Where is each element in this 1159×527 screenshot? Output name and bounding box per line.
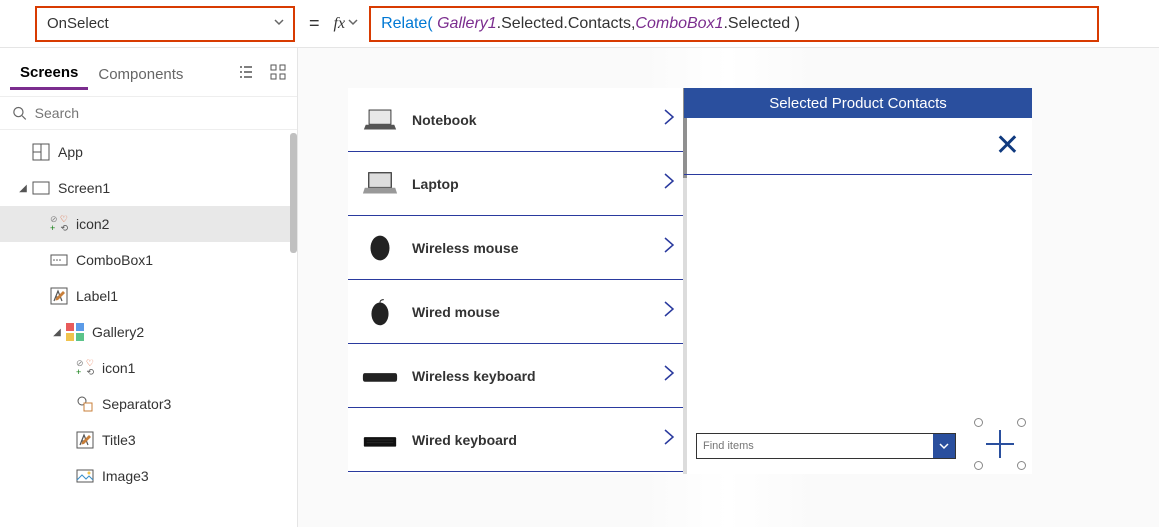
product-name: Laptop: [412, 176, 459, 192]
product-name: Wired mouse: [412, 304, 500, 320]
formula-bar: OnSelect = fx Relate( Gallery1 .Selected…: [0, 0, 1159, 48]
separator: [684, 174, 1032, 175]
control-tree: App ◢ Screen1 ⊘♡+⟲ icon2 ComboBox1 Label…: [0, 130, 297, 527]
main-area: Screens Components App ◢: [0, 48, 1159, 527]
list-view-icon[interactable]: [237, 63, 255, 86]
resize-handle[interactable]: [974, 461, 983, 470]
chevron-down-icon: [273, 15, 285, 32]
grid-view-icon[interactable]: [269, 63, 287, 86]
product-thumb-wired-keyboard: [358, 418, 402, 462]
combobox-find-items[interactable]: [696, 433, 956, 459]
grouped-icon: ⊘♡+⟲: [76, 359, 94, 377]
canvas-area[interactable]: Notebook Laptop Wireless mouse Wired mou…: [298, 48, 1159, 527]
combobox-input[interactable]: [697, 440, 933, 452]
gallery-icon: [66, 323, 84, 341]
gallery-item[interactable]: Laptop: [348, 152, 684, 216]
formula-token: Relate(: [381, 15, 437, 33]
chevron-down-icon: [347, 15, 359, 33]
product-name: Notebook: [412, 112, 477, 128]
product-thumb-wireless-keyboard: [358, 354, 402, 398]
tree-item-icon1[interactable]: ⊘♡+⟲ icon1: [0, 350, 297, 386]
contacts-header: Selected Product Contacts: [684, 88, 1032, 118]
resize-handle[interactable]: [1017, 461, 1026, 470]
chevron-right-icon[interactable]: [662, 363, 676, 388]
contacts-body: ✕: [684, 118, 1032, 474]
formula-input[interactable]: Relate( Gallery1 .Selected.Contacts, Com…: [369, 6, 1099, 42]
chevron-right-icon[interactable]: [662, 235, 676, 260]
tree-item-label1[interactable]: Label1: [0, 278, 297, 314]
combobox-icon: [50, 251, 68, 269]
chevron-right-icon[interactable]: [662, 171, 676, 196]
gallery-item[interactable]: Notebook: [348, 88, 684, 152]
search-icon: [12, 105, 27, 121]
resize-handle[interactable]: [974, 418, 983, 427]
formula-token: .Selected ): [723, 15, 799, 33]
close-icon[interactable]: ✕: [995, 128, 1020, 163]
product-thumb-wired-mouse: [358, 290, 402, 334]
resize-handle[interactable]: [1017, 418, 1026, 427]
label-icon: [76, 431, 94, 449]
chevron-right-icon[interactable]: [662, 107, 676, 132]
grouped-icon: ⊘♡+⟲: [50, 215, 68, 233]
fx-icon: fx: [334, 15, 346, 33]
contacts-panel: Selected Product Contacts ✕: [684, 88, 1032, 474]
gallery-item[interactable]: Wired mouse: [348, 280, 684, 344]
product-thumb-laptop: [358, 162, 402, 206]
gallery-item[interactable]: Wireless keyboard: [348, 344, 684, 408]
tree-item-gallery2[interactable]: ◢ Gallery2: [0, 314, 297, 350]
collapse-icon[interactable]: ◢: [50, 327, 64, 338]
property-name: OnSelect: [47, 15, 109, 32]
tree-view-panel: Screens Components App ◢: [0, 48, 298, 527]
app-preview: Notebook Laptop Wireless mouse Wired mou…: [348, 88, 1032, 474]
product-thumb-notebook: [358, 98, 402, 142]
search-input[interactable]: [35, 105, 285, 121]
combobox-dropdown-button[interactable]: [933, 434, 955, 458]
label-icon: [50, 287, 68, 305]
formula-token: ComboBox1: [635, 15, 723, 33]
equals-sign: =: [309, 13, 320, 34]
gallery-item[interactable]: Wireless mouse: [348, 216, 684, 280]
chevron-right-icon[interactable]: [662, 427, 676, 452]
tab-screens[interactable]: Screens: [10, 58, 88, 90]
product-gallery[interactable]: Notebook Laptop Wireless mouse Wired mou…: [348, 88, 684, 474]
screen-icon: [32, 179, 50, 197]
product-name: Wireless mouse: [412, 240, 518, 256]
tab-components[interactable]: Components: [88, 60, 193, 89]
tree-item-icon2[interactable]: ⊘♡+⟲ icon2: [0, 206, 297, 242]
formula-token: Gallery1: [437, 15, 497, 33]
collapse-icon[interactable]: ◢: [16, 183, 30, 194]
app-icon: [32, 143, 50, 161]
separator-icon: [76, 395, 94, 413]
formula-token: .Selected.Contacts,: [497, 15, 636, 33]
tree-item-screen1[interactable]: ◢ Screen1: [0, 170, 297, 206]
property-selector[interactable]: OnSelect: [35, 6, 295, 42]
chevron-right-icon[interactable]: [662, 299, 676, 324]
add-icon-selected[interactable]: [978, 422, 1022, 466]
tree-item-combobox1[interactable]: ComboBox1: [0, 242, 297, 278]
product-name: Wired keyboard: [412, 432, 517, 448]
tree-item-app[interactable]: App: [0, 134, 297, 170]
tree-item-title3[interactable]: Title3: [0, 422, 297, 458]
tree-item-image3[interactable]: Image3: [0, 458, 297, 494]
gallery-item[interactable]: Wired keyboard: [348, 408, 684, 472]
panel-tabs: Screens Components: [0, 48, 297, 90]
product-thumb-wireless-mouse: [358, 226, 402, 270]
tree-item-separator3[interactable]: Separator3: [0, 386, 297, 422]
image-icon: [76, 467, 94, 485]
product-name: Wireless keyboard: [412, 368, 536, 384]
scrollbar-thumb[interactable]: [290, 133, 297, 253]
fx-button[interactable]: fx: [334, 15, 370, 33]
tree-search[interactable]: [0, 96, 297, 130]
